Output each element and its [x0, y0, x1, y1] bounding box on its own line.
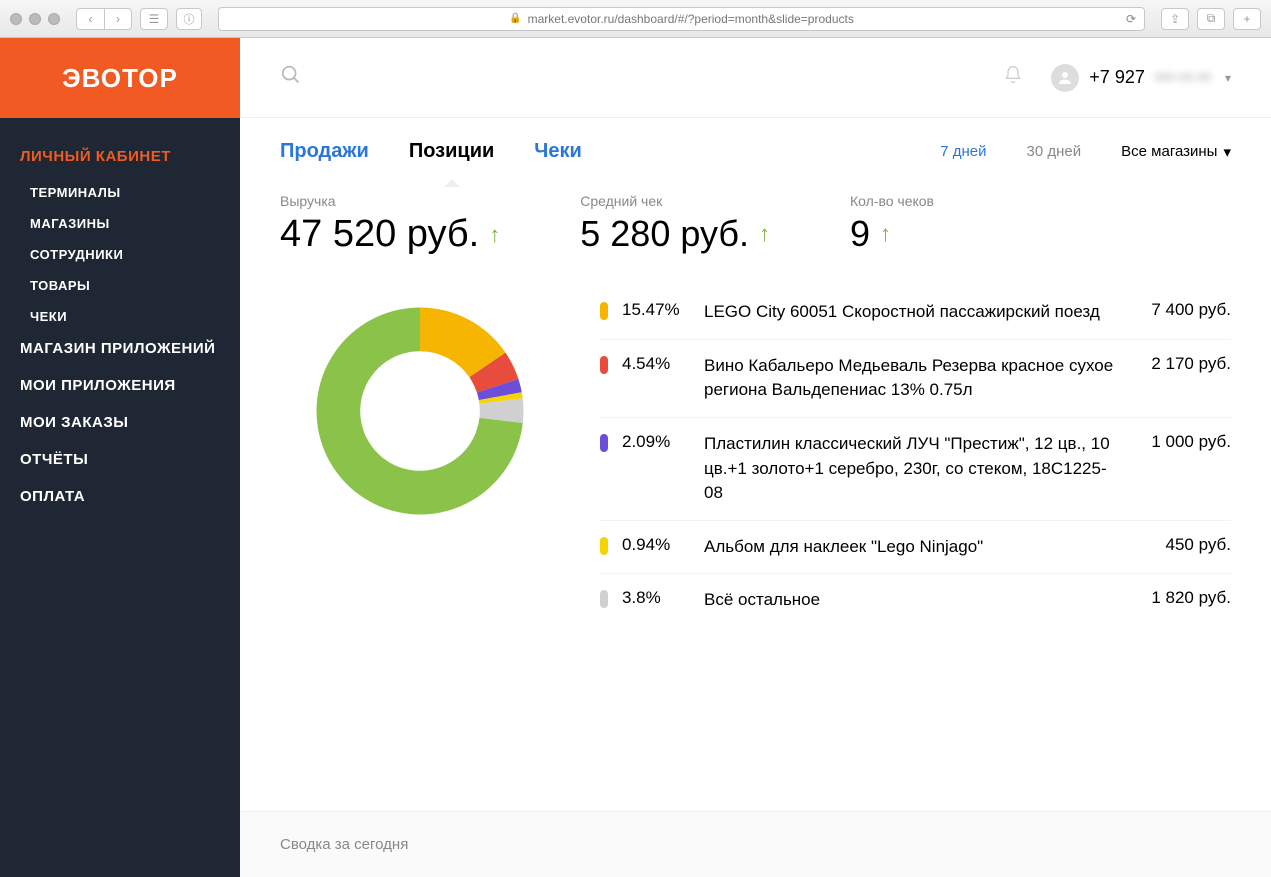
item-pct: 0.94%	[622, 535, 690, 560]
item-amount: 7 400 руб.	[1151, 300, 1231, 325]
tab-positions[interactable]: Позиции	[409, 140, 494, 163]
tab-sales[interactable]: Продажи	[280, 140, 369, 163]
item-pct: 3.8%	[622, 588, 690, 613]
new-tab-button[interactable]: +	[1233, 8, 1261, 30]
forward-button[interactable]: ›	[104, 8, 132, 30]
arrow-up-icon: ↑	[880, 221, 891, 247]
color-dot	[600, 356, 608, 374]
item-amount: 450 руб.	[1165, 535, 1231, 560]
stat-avg: Средний чек 5 280 руб. ↑	[580, 193, 770, 256]
stat-count-value: 9	[850, 213, 870, 255]
item-desc: Вино Кабальеро Медьеваль Резерва красное…	[704, 354, 1137, 403]
list-item[interactable]: 15.47% LEGO City 60051 Скоростной пассажи…	[600, 286, 1231, 340]
window-controls[interactable]	[10, 13, 60, 25]
sidebar-item-checks[interactable]: ЧЕКИ	[20, 309, 240, 324]
content: +7 927 •••-••-•• ▾ Продажи Позиции Чеки …	[240, 38, 1271, 877]
color-dot	[600, 590, 608, 608]
sidebar-toggle-button[interactable]: ☰	[140, 8, 168, 30]
nav-back-forward[interactable]: ‹ ›	[76, 8, 132, 30]
sidebar-item-stores[interactable]: МАГАЗИНЫ	[20, 216, 240, 231]
stat-revenue: Выручка 47 520 руб. ↑	[280, 193, 500, 256]
item-pct: 4.54%	[622, 354, 690, 403]
item-amount: 2 170 руб.	[1151, 354, 1231, 403]
item-pct: 15.47%	[622, 300, 690, 325]
topbar: +7 927 •••-••-•• ▾	[240, 38, 1271, 118]
tabs-row: Продажи Позиции Чеки 7 дней 30 дней Все …	[240, 118, 1271, 185]
item-pct: 2.09%	[622, 432, 690, 506]
user-masked: •••-••-••	[1155, 67, 1211, 88]
sidebar-item-staff[interactable]: СОТРУДНИКИ	[20, 247, 240, 262]
item-desc: Всё остальное	[704, 588, 1137, 613]
main-row: 15.47% LEGO City 60051 Скоростной пассажи…	[240, 276, 1271, 811]
period-30d[interactable]: 30 дней	[1027, 143, 1082, 160]
list-item[interactable]: 2.09%Пластилин классический ЛУЧ "Престиж…	[600, 418, 1231, 521]
store-select[interactable]: Все магазины ▾	[1121, 143, 1231, 161]
url-bar[interactable]: 🔒 market.evotor.ru/dashboard/#/?period=m…	[218, 7, 1145, 31]
color-dot	[600, 537, 608, 555]
avatar-icon	[1051, 64, 1079, 92]
chevron-down-icon: ▾	[1223, 143, 1231, 161]
stat-revenue-label: Выручка	[280, 193, 500, 209]
donut-chart	[280, 286, 560, 811]
list-item[interactable]: 4.54% Вино Кабальеро Медьеваль Резерва кр…	[600, 340, 1231, 418]
stat-revenue-value: 47 520 руб.	[280, 213, 479, 256]
sidebar-item-appstore[interactable]: МАГАЗИН ПРИЛОЖЕНИЙ	[20, 340, 240, 357]
arrow-up-icon: ↑	[759, 221, 770, 247]
list-item[interactable]: 0.94% Альбом для наклеек "Lego Ninjago" 45…	[600, 521, 1231, 575]
lock-icon: 🔒	[509, 13, 521, 24]
chevron-down-icon: ▾	[1225, 71, 1231, 85]
arrow-up-icon: ↑	[489, 222, 500, 248]
stat-count: Кол-во чеков 9 ↑	[850, 193, 934, 256]
stat-count-label: Кол-во чеков	[850, 193, 934, 209]
item-desc: LEGO City 60051 Скоростной пассажирский …	[704, 300, 1137, 325]
footer-summary[interactable]: Сводка за сегодня	[240, 811, 1271, 877]
tab-checks[interactable]: Чеки	[534, 140, 581, 163]
refresh-icon[interactable]: ⟳	[1126, 12, 1136, 26]
bell-icon[interactable]	[1003, 64, 1023, 92]
user-phone: +7 927	[1089, 67, 1145, 88]
item-amount: 1 000 руб.	[1151, 432, 1231, 506]
list-item[interactable]: 3.8% Всё остальное 1 820 руб.	[600, 574, 1231, 627]
sidebar-item-payment[interactable]: ОПЛАТА	[20, 488, 240, 505]
sidebar-item-cabinet[interactable]: ЛИЧНЫЙ КАБИНЕТ	[20, 148, 240, 165]
url-text: market.evotor.ru/dashboard/#/?period=mon…	[528, 12, 854, 26]
browser-chrome: ‹ › ☰ ⓘ 🔒 market.evotor.ru/dashboard/#/?…	[0, 0, 1271, 38]
back-button[interactable]: ‹	[76, 8, 104, 30]
product-list: 15.47% LEGO City 60051 Скоростной пассажи…	[600, 286, 1231, 811]
color-dot	[600, 302, 608, 320]
tabs-button[interactable]: ⧉	[1197, 8, 1225, 30]
stat-avg-value: 5 280 руб.	[580, 213, 749, 255]
search-icon[interactable]	[280, 64, 302, 92]
sidebar-item-products[interactable]: ТОВАРЫ	[20, 278, 240, 293]
item-desc: Альбом для наклеек "Lego Ninjago"	[704, 535, 1151, 560]
sidebar-item-myapps[interactable]: МОИ ПРИЛОЖЕНИЯ	[20, 377, 240, 394]
item-amount: 1 820 руб.	[1151, 588, 1231, 613]
sidebar-item-reports[interactable]: ОТЧЁТЫ	[20, 451, 240, 468]
user-menu[interactable]: +7 927 •••-••-•• ▾	[1051, 64, 1231, 92]
stats-row: Выручка 47 520 руб. ↑ Средний чек 5 280 р…	[240, 185, 1271, 276]
site-info-button[interactable]: ⓘ	[176, 8, 202, 30]
item-desc: Пластилин классический ЛУЧ "Престиж", 12…	[704, 432, 1137, 506]
color-dot	[600, 434, 608, 452]
stat-avg-label: Средний чек	[580, 193, 770, 209]
sidebar: ЭВОТОР ЛИЧНЫЙ КАБИНЕТ ТЕРМИНАЛЫ МАГАЗИНЫ…	[0, 38, 240, 877]
sidebar-item-myorders[interactable]: МОИ ЗАКАЗЫ	[20, 414, 240, 431]
share-button[interactable]: ⇪	[1161, 8, 1189, 30]
sidebar-item-terminals[interactable]: ТЕРМИНАЛЫ	[20, 185, 240, 200]
period-7d[interactable]: 7 дней	[940, 143, 986, 160]
logo[interactable]: ЭВОТОР	[0, 38, 240, 118]
